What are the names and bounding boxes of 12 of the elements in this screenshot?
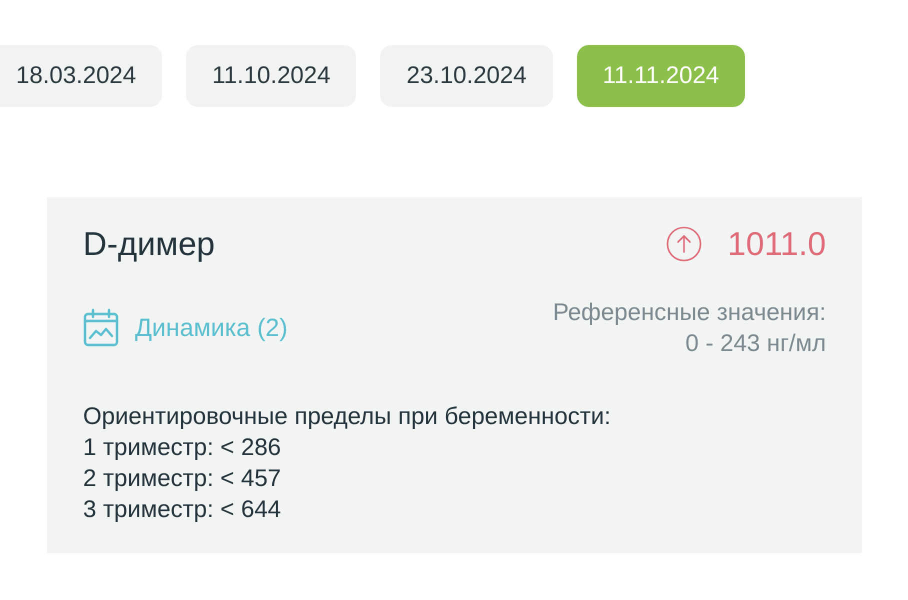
note-line: 1 триместр: < 286: [83, 433, 282, 463]
note-line: Ориентировочные пределы при беременности:: [83, 402, 612, 432]
result-value: 1011.0: [728, 225, 826, 263]
reference-range: 0 - 243 нг/мл: [685, 329, 826, 359]
reference-label: Референсные значения:: [552, 298, 826, 328]
date-tab[interactable]: 18.03.2024: [0, 45, 162, 107]
note-line: 2 триместр: < 457: [83, 464, 282, 494]
test-name: D-димер: [83, 225, 215, 263]
calendar-chart-icon: [83, 308, 119, 348]
date-tab[interactable]: 23.10.2024: [380, 45, 553, 107]
note-line: 3 триместр: < 644: [83, 495, 282, 525]
date-tab[interactable]: 11.10.2024: [186, 45, 356, 107]
